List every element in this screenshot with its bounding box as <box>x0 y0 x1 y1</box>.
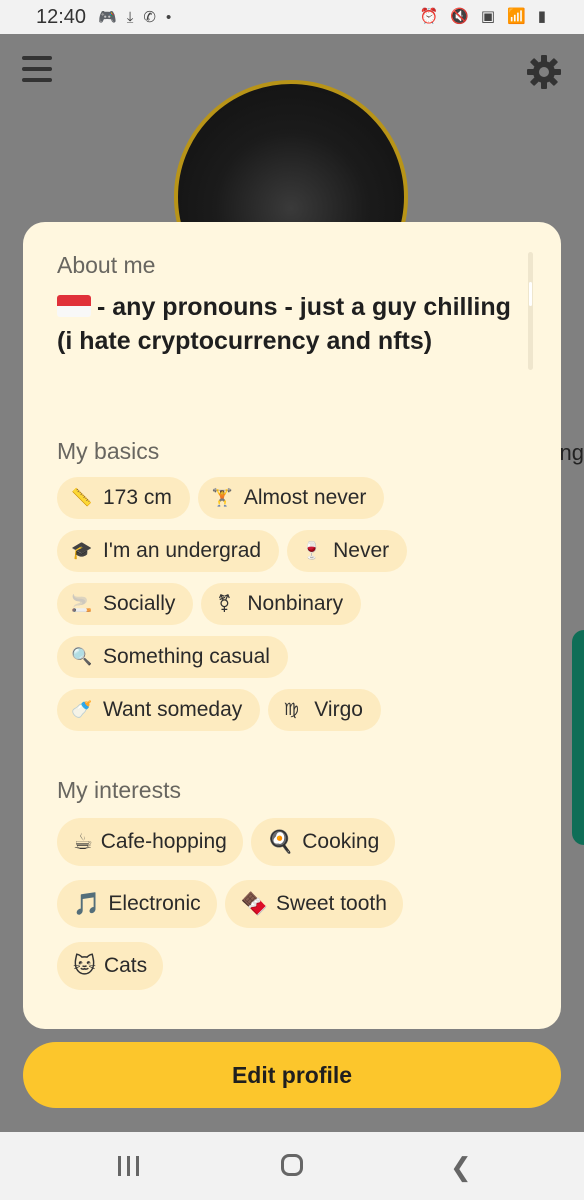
wine-glass-icon: 🍷 <box>301 541 323 560</box>
graduation-cap-icon: 🎓 <box>71 541 93 560</box>
basic-chip-height: 📏 173 cm <box>57 477 190 519</box>
side-text: ng <box>559 440 584 465</box>
basic-chip-kids: 🍼 Want someday <box>57 689 261 731</box>
chip-label: Cooking <box>302 830 380 853</box>
scrollbar-thumb[interactable] <box>529 282 532 306</box>
chip-label: I'm an undergrad <box>103 539 262 562</box>
dumbbell-icon: 🏋 <box>211 488 234 507</box>
basic-chip-drinking: 🍷 Never <box>287 530 408 572</box>
basics-row: 📏 173 cm 🏋 Almost never <box>57 477 385 519</box>
mute-icon: 🔇 <box>450 8 469 25</box>
frying-pan-icon: 🍳 <box>266 829 295 854</box>
music-note-icon: 🎵 <box>73 891 101 916</box>
basics-row: 🚬 Socially ⚧ Nonbinary <box>57 583 362 625</box>
chip-label: Virgo <box>314 698 363 721</box>
basic-chip-zodiac: ♍ Virgo <box>268 689 381 731</box>
recent-apps-icon[interactable] <box>118 1156 139 1176</box>
status-left-icons: 🎮 ⤓ ✆ • <box>98 8 172 27</box>
interests-row: 🎵 Electronic 🍫 Sweet tooth <box>57 880 403 928</box>
chip-label: Almost never <box>243 486 367 509</box>
chip-label: Cafe-hopping <box>100 830 227 853</box>
coffee-icon: ☕ <box>73 829 93 854</box>
interests-title: My interests <box>57 777 181 803</box>
basics-row: 🎓 I'm an undergrad 🍷 Never <box>57 530 408 572</box>
status-time: 12:40 <box>36 5 87 28</box>
home-icon[interactable] <box>281 1154 303 1176</box>
interests-row: 🐱 Cats <box>57 942 164 990</box>
chip-label: Sweet tooth <box>276 892 387 915</box>
download-icon: ⤓ <box>126 8 134 26</box>
basics-title: My basics <box>57 438 160 464</box>
chip-label: Socially <box>103 592 176 615</box>
chip-label: Something casual <box>103 645 270 668</box>
dot-icon: • <box>165 8 172 26</box>
menu-line <box>22 78 52 82</box>
chip-label: Nonbinary <box>247 592 344 615</box>
chip-label: Want someday <box>103 698 243 721</box>
gear-icon[interactable] <box>526 54 562 90</box>
about-text-body: - any pronouns - just a guy chilling (i … <box>57 293 511 355</box>
gender-icon: ⚧ <box>217 594 232 613</box>
basics-row: 🔍 Something casual <box>57 636 288 678</box>
interest-chip: 🍳 Cooking <box>250 818 396 866</box>
profile-card: About me - any pronouns - just a guy chi… <box>23 222 561 1029</box>
basic-chip-education: 🎓 I'm an undergrad <box>57 530 280 572</box>
about-title: About me <box>57 252 156 278</box>
basic-chip-gender: ⚧ Nonbinary <box>201 583 362 625</box>
basic-chip-exercise: 🏋 Almost never <box>197 477 385 519</box>
basic-chip-looking-for: 🔍 Something casual <box>57 636 288 678</box>
menu-line <box>22 67 52 71</box>
alarm-icon: ⏰ <box>419 8 439 25</box>
edit-profile-button[interactable]: Edit profile <box>23 1042 561 1108</box>
whatsapp-icon: ✆ <box>143 9 156 26</box>
zodiac-icon: ♍ <box>283 700 299 719</box>
chip-label: Cats <box>103 954 148 977</box>
indonesia-flag-icon <box>57 295 91 317</box>
magnifier-icon: 🔍 <box>71 647 93 666</box>
basic-chip-smoking: 🚬 Socially <box>57 583 194 625</box>
about-text: - any pronouns - just a guy chilling (i … <box>57 290 517 358</box>
battery-saver-icon: ▣ <box>480 8 496 25</box>
status-right-icons: ⏰ 🔇 ▣ 📶 ▮ <box>419 7 546 25</box>
game-controller-icon: 🎮 <box>98 9 117 26</box>
back-icon[interactable]: ❮ <box>450 1152 472 1183</box>
battery-icon: ▮ <box>537 8 546 25</box>
interest-chip: 🎵 Electronic <box>57 880 217 928</box>
basics-row: 🍼 Want someday ♍ Virgo <box>57 689 381 731</box>
wifi-icon: 📶 <box>507 8 526 25</box>
scrollbar[interactable] <box>528 252 533 370</box>
chip-label: 173 cm <box>103 486 172 509</box>
status-bar: 12:40 🎮 ⤓ ✆ • ⏰ 🔇 ▣ 📶 ▮ <box>0 0 584 34</box>
side-card[interactable] <box>572 630 584 845</box>
baby-bottle-icon: 🍼 <box>71 700 93 719</box>
smoking-icon: 🚬 <box>71 594 93 613</box>
menu-line <box>22 56 52 60</box>
cat-icon: 🐱 <box>73 953 96 978</box>
interest-chip: 🐱 Cats <box>57 942 164 990</box>
menu-button[interactable] <box>22 56 52 86</box>
interest-chip: 🍫 Sweet tooth <box>224 880 403 928</box>
interest-chip: ☕ Cafe-hopping <box>57 818 243 866</box>
chip-label: Electronic <box>108 892 201 915</box>
system-nav-bar: ❮ <box>0 1132 584 1200</box>
chocolate-icon: 🍫 <box>240 891 269 916</box>
interests-row: ☕ Cafe-hopping 🍳 Cooking <box>57 818 396 866</box>
ruler-icon: 📏 <box>71 488 93 507</box>
chip-label: Never <box>333 539 390 562</box>
